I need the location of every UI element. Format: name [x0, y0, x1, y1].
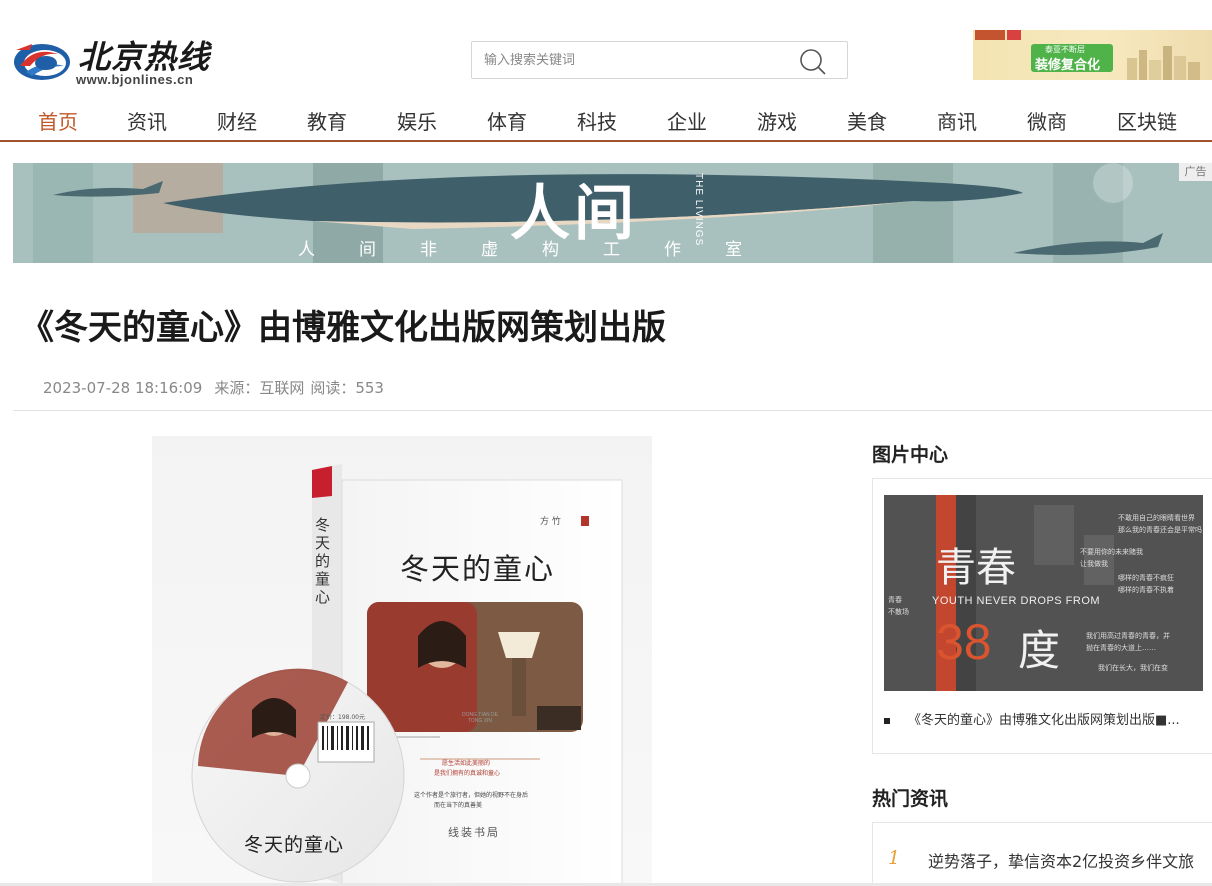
banner-subtitle: 人间非虚构工作室: [298, 240, 786, 260]
book-blurb-1: 愿生活如此美丽的: [442, 760, 491, 767]
ad-brand-tag: [975, 30, 1005, 40]
book-illustration: [191, 464, 623, 885]
poster-line-8: 抛在青春的大道上……: [1086, 644, 1156, 652]
poster-line-3: 不要用你的未来赌我: [1080, 548, 1143, 556]
top-ad-banner[interactable]: 泰亚不断层 装修复合化: [973, 30, 1212, 80]
book-publisher: 线装书局: [448, 826, 500, 839]
picture-center-image[interactable]: 青春 YOUTH NEVER DROPS FROM 38 度 青春 不散场 不敢…: [884, 495, 1203, 691]
article-source: 来源：互联网: [214, 379, 305, 397]
hot-news-title: 逆势落子，挚信资本2亿投资乡伴文旅: [928, 852, 1195, 871]
poster-line-5: 哪样的青春不疯狂: [1118, 574, 1174, 582]
nav-item-news[interactable]: 资讯: [127, 106, 167, 135]
poster-line-4: 让我做我: [1080, 560, 1108, 568]
ad-main-text: 装修复合化: [1035, 58, 1101, 73]
main-navigation: 首页 资讯 财经 教育 娱乐 体育 科技 企业 游戏 美食 商讯 微商 区块链: [0, 96, 1212, 142]
site-logo[interactable]: 北京热线 www.bjonlines.cn: [12, 30, 212, 88]
article-date: 2023-07-28 18:16:09: [43, 379, 203, 397]
poster-big-text-3: 度: [1018, 626, 1061, 675]
nav-item-enterprise[interactable]: 企业: [667, 106, 707, 135]
poster-line-2: 那么我的青春还会是平常吗: [1118, 526, 1202, 534]
nav-item-food[interactable]: 美食: [847, 106, 887, 135]
nav-item-sports[interactable]: 体育: [487, 106, 527, 135]
nav-item-games[interactable]: 游戏: [757, 106, 797, 135]
hot-news-rank: 1: [888, 847, 901, 869]
picture-caption-text: 《冬天的童心》由博雅文化出版网策划出版■...: [908, 713, 1180, 728]
book-blurb-3: 这个作者是个旅行者，但她的视野不在身后: [414, 792, 529, 799]
ad-brand-badge: [1007, 30, 1021, 40]
poster-left-text-1: 青春: [888, 596, 902, 604]
nav-item-wechat-business[interactable]: 微商: [1027, 106, 1067, 135]
search-input[interactable]: [484, 42, 784, 78]
nav-item-home[interactable]: 首页: [38, 106, 78, 135]
cd-title: 冬天的童心: [244, 834, 345, 856]
bullet-icon: [884, 717, 890, 724]
poster-line-9: 我们在长大，我们在变: [1098, 664, 1168, 672]
hot-news-list: 1 逆势落子，挚信资本2亿投资乡伴文旅: [872, 822, 1212, 886]
nav-item-tech[interactable]: 科技: [577, 106, 617, 135]
ad-label: 广告: [1179, 163, 1212, 181]
hot-news-heading: 热门资讯: [872, 788, 949, 810]
picture-center-box: 青春 YOUTH NEVER DROPS FROM 38 度 青春 不散场 不敢…: [872, 478, 1212, 754]
poster-line-7: 我们用高过青春的青春，并: [1086, 632, 1170, 640]
book-author: 方 竹: [540, 517, 561, 527]
nav-item-finance[interactable]: 财经: [217, 106, 257, 135]
article-read-count: 阅读：553: [310, 379, 384, 397]
book-spine-title: 冬天的童心: [315, 516, 331, 606]
poster-line-6: 哪样的青春不执着: [1118, 586, 1174, 594]
article-divider: [13, 410, 1212, 411]
article-title: 《冬天的童心》由博雅文化出版网策划出版: [20, 308, 666, 348]
poster-eng-text: YOUTH NEVER DROPS FROM: [932, 595, 1101, 607]
search-box: [471, 41, 848, 79]
nav-item-education[interactable]: 教育: [307, 106, 347, 135]
book-blurb-2: 是我们拥有的真诚和童心: [434, 770, 501, 777]
picture-caption-link[interactable]: 《冬天的童心》由博雅文化出版网策划出版■...: [884, 709, 1204, 728]
picture-center-heading: 图片中心: [872, 444, 949, 466]
poster-big-text-2: 38: [936, 614, 992, 670]
search-icon[interactable]: [799, 48, 827, 76]
poster-left-text-2: 不散场: [888, 608, 909, 616]
book-cover-title: 冬天的童心: [400, 552, 556, 586]
nav-item-blockchain[interactable]: 区块链: [1117, 106, 1177, 135]
article-meta: 2023-07-28 18:16:09 来源：互联网 阅读：553: [43, 377, 384, 398]
poster-line-1: 不敢用自己的眼睛看世界: [1118, 514, 1195, 522]
city-skyline-icon: [1127, 46, 1200, 80]
cd-price: 定价：198.00元: [320, 714, 365, 721]
book-blurb-4: 而在当下的真善美: [434, 802, 483, 809]
article-book-image: 冬天的童心 冬天的童心 方 竹 DONG TIAN DE TONG XIN 愿生…: [152, 436, 652, 886]
logo-emblem-icon: [14, 44, 70, 80]
nav-item-business[interactable]: 商讯: [937, 106, 977, 135]
logo-url: www.bjonlines.cn: [76, 72, 194, 87]
nav-item-entertainment[interactable]: 娱乐: [397, 106, 437, 135]
poster-big-text-1: 青春: [936, 545, 1016, 591]
banner-ad[interactable]: 人间 THE LIVINGS 人间非虚构工作室 广告: [13, 163, 1212, 263]
book-pinyin: DONG TIAN DE TONG XIN: [461, 712, 499, 724]
